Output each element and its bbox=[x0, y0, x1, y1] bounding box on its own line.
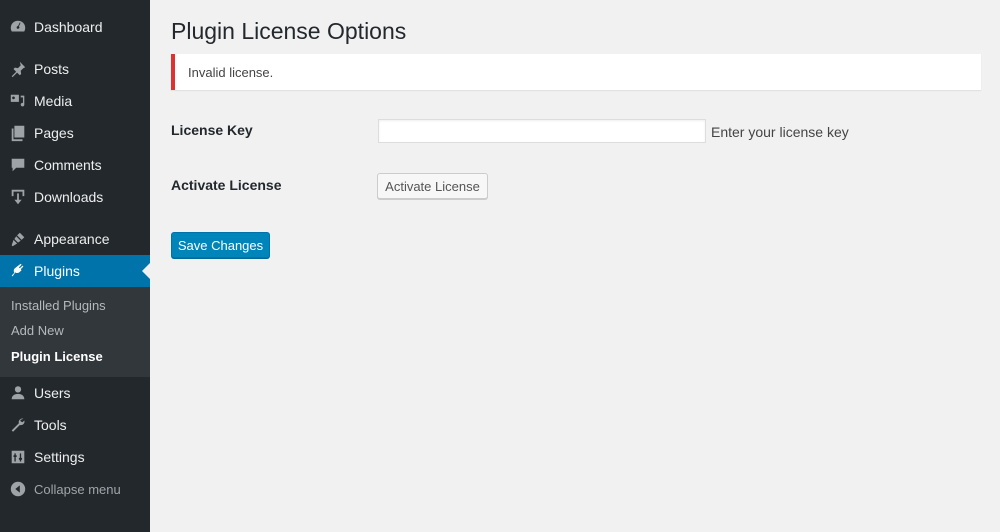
error-notice: Invalid license. bbox=[171, 54, 981, 90]
dashboard-icon bbox=[8, 17, 28, 37]
sidebar-item-appearance[interactable]: Appearance bbox=[0, 223, 150, 255]
sidebar-item-label: Settings bbox=[34, 449, 85, 465]
admin-sidebar: Dashboard Posts Media Pages Comments Dow… bbox=[0, 0, 150, 532]
pin-icon bbox=[8, 59, 28, 79]
settings-icon bbox=[8, 447, 28, 467]
sidebar-item-settings[interactable]: Settings bbox=[0, 441, 150, 473]
download-icon bbox=[8, 187, 28, 207]
sidebar-item-label: Posts bbox=[34, 61, 70, 77]
sidebar-item-label: Comments bbox=[34, 157, 102, 173]
notice-message: Invalid license. bbox=[188, 64, 274, 80]
sidebar-item-posts[interactable]: Posts bbox=[0, 53, 150, 85]
activate-license-label: Activate License bbox=[171, 177, 282, 193]
paintbrush-icon bbox=[8, 229, 28, 249]
sidebar-item-label: Appearance bbox=[34, 231, 110, 247]
license-key-label: License Key bbox=[171, 122, 253, 138]
sidebar-item-label: Tools bbox=[34, 417, 67, 433]
page-title: Plugin License Options bbox=[171, 18, 407, 44]
comment-icon bbox=[8, 155, 28, 175]
wrench-icon bbox=[8, 415, 28, 435]
license-key-input[interactable] bbox=[378, 119, 706, 143]
sidebar-item-downloads[interactable]: Downloads bbox=[0, 181, 150, 213]
pages-icon bbox=[8, 123, 28, 143]
sidebar-item-pages[interactable]: Pages bbox=[0, 117, 150, 149]
sidebar-item-users[interactable]: Users bbox=[0, 377, 150, 409]
sidebar-item-label: Downloads bbox=[34, 189, 104, 205]
sidebar-item-label: Dashboard bbox=[34, 19, 103, 35]
submenu-installed-plugins[interactable]: Installed Plugins bbox=[11, 298, 106, 313]
user-icon bbox=[8, 383, 28, 403]
plugin-icon bbox=[8, 261, 28, 281]
sidebar-item-media[interactable]: Media bbox=[0, 85, 150, 117]
submenu-plugin-license[interactable]: Plugin License bbox=[11, 349, 103, 364]
sidebar-item-label: Users bbox=[34, 385, 71, 401]
sidebar-item-label: Plugins bbox=[34, 263, 80, 279]
activate-license-button[interactable]: Activate License bbox=[377, 173, 488, 199]
sidebar-item-label: Media bbox=[34, 93, 73, 109]
save-changes-button[interactable]: Save Changes bbox=[171, 232, 270, 258]
collapse-icon bbox=[8, 479, 28, 499]
sidebar-item-dashboard[interactable]: Dashboard bbox=[0, 11, 150, 43]
collapse-menu-button[interactable]: Collapse menu bbox=[0, 473, 150, 505]
media-icon bbox=[8, 91, 28, 111]
license-key-description: Enter your license key bbox=[711, 124, 849, 140]
submenu-add-new[interactable]: Add New bbox=[11, 323, 64, 338]
sidebar-item-plugins[interactable]: Plugins bbox=[0, 255, 150, 287]
sidebar-item-comments[interactable]: Comments bbox=[0, 149, 150, 181]
plugins-submenu: Installed Plugins Add New Plugin License bbox=[0, 287, 150, 377]
sidebar-item-label: Pages bbox=[34, 125, 74, 141]
collapse-label: Collapse menu bbox=[34, 481, 121, 497]
sidebar-item-tools[interactable]: Tools bbox=[0, 409, 150, 441]
